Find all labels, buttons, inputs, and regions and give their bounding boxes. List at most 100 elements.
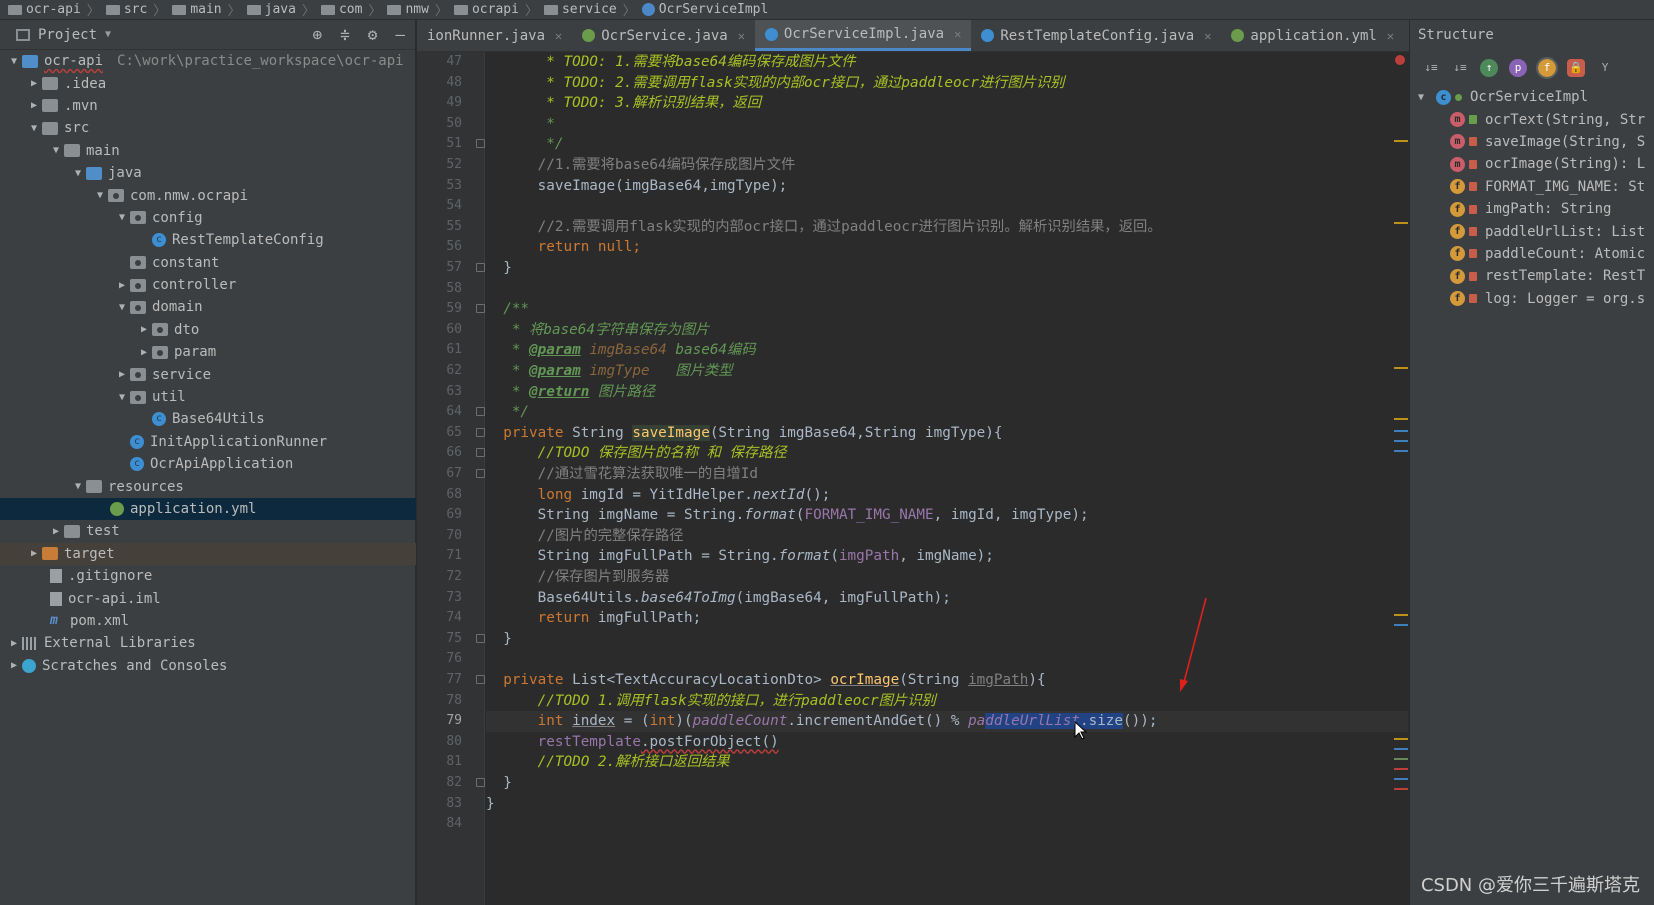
expanded-arrow-icon[interactable]: ▼ [92,190,108,201]
expanded-arrow-icon[interactable]: ▼ [1418,92,1436,103]
expanded-arrow-icon[interactable]: ▼ [114,302,130,313]
tab-resttemplateconfig[interactable]: RestTemplateConfig.java ✕ [971,20,1221,51]
tab-ocrservice[interactable]: OcrService.java ✕ [572,20,755,51]
collapsed-arrow-icon[interactable]: ▶ [114,280,130,291]
tree-item-idea[interactable]: ▶ .idea [0,72,416,94]
expanded-arrow-icon[interactable]: ▼ [6,56,22,67]
structure-item-field[interactable]: f log: Logger = org.s [1410,288,1654,310]
structure-item-method[interactable]: m ocrText(String, Str [1410,108,1654,130]
collapsed-arrow-icon[interactable]: ▶ [6,638,22,649]
expanded-arrow-icon[interactable]: ▼ [114,392,130,403]
structure-item-field[interactable]: f paddleUrlList: List [1410,220,1654,242]
tree-item-mvn[interactable]: ▶ .mvn [0,95,416,117]
structure-item-field[interactable]: f FORMAT_IMG_NAME: St [1410,176,1654,198]
tree-item-external-libraries[interactable]: ▶ External Libraries [0,632,416,654]
close-icon[interactable]: ✕ [1387,29,1394,43]
tree-item-ocr-api-iml[interactable]: ocr-api.iml [0,587,416,609]
project-panel-title[interactable]: Project [38,27,97,43]
usage-marker[interactable] [1394,758,1408,760]
error-stripe[interactable] [1394,52,1408,905]
tree-item-src[interactable]: ▼ src [0,117,416,139]
tree-item-application-yml[interactable]: application.yml [0,497,416,521]
structure-item-field[interactable]: f paddleCount: Atomic [1410,243,1654,265]
show-properties-icon[interactable]: p [1509,59,1527,77]
tab-application-yml[interactable]: application.yml ✕ [1221,20,1404,51]
expanded-arrow-icon[interactable]: ▼ [26,123,42,134]
structure-item-field[interactable]: f restTemplate: RestT [1410,265,1654,287]
close-icon[interactable]: ✕ [1204,29,1211,43]
collapsed-arrow-icon[interactable]: ▶ [48,526,64,537]
chevron-down-icon[interactable]: ▼ [105,29,111,40]
fold-icon[interactable] [476,469,485,478]
structure-item-method[interactable]: m saveImage(String, S [1410,131,1654,153]
collapsed-arrow-icon[interactable]: ▶ [114,369,130,380]
fold-icon[interactable] [476,139,485,148]
structure-item-method[interactable]: m ocrImage(String): L [1410,153,1654,175]
expanded-arrow-icon[interactable]: ▼ [48,145,64,156]
breadcrumb-item-service[interactable]: service [543,2,617,17]
collapsed-arrow-icon[interactable]: ▶ [26,100,42,111]
close-icon[interactable]: ✕ [738,29,745,43]
tree-item-gitignore[interactable]: .gitignore [0,565,416,587]
usage-marker[interactable] [1394,430,1408,432]
warning-marker[interactable] [1394,222,1408,224]
fold-icon[interactable] [476,428,485,437]
breadcrumb-item-ocrserviceimpl[interactable]: OcrServiceImpl [641,2,768,17]
fold-icon[interactable] [476,634,485,643]
locate-icon[interactable]: ⊕ [312,25,322,44]
usage-marker[interactable] [1394,440,1408,442]
tree-item-ocrapiapplication[interactable]: c OcrApiApplication [0,453,416,475]
usage-marker[interactable] [1394,624,1408,626]
breadcrumb-item-ocrapi[interactable]: ocrapi [453,2,519,17]
tree-item-resttemplateconfig[interactable]: c RestTemplateConfig [0,229,416,251]
breadcrumb-item-ocr-api[interactable]: ocr-api [8,2,81,17]
expanded-arrow-icon[interactable]: ▼ [70,168,86,179]
show-inherited-icon[interactable]: ↑ [1480,59,1498,77]
error-marker[interactable] [1394,788,1408,790]
expanded-arrow-icon[interactable]: ▼ [70,481,86,492]
tree-item-pom-xml[interactable]: m pom.xml [0,610,416,632]
sort-visibility-icon[interactable]: ↓≡ [1422,59,1440,77]
line-number-gutter[interactable]: 47 48 49 50 51 52 53 54 55 56 57 58 59 60 61 62 63 64 65 66… [417,52,485,905]
tab-initapplicationrunner[interactable]: ionRunner.java ✕ [417,20,572,51]
tree-item-test[interactable]: ▶ test [0,520,416,542]
fold-icon[interactable] [476,263,485,272]
usage-marker[interactable] [1394,450,1408,452]
show-non-public-icon[interactable]: 🔒 [1567,59,1585,77]
tree-item-config[interactable]: ▼ config [0,207,416,229]
tree-item-ocr-api[interactable]: ▼ ocr-api C:\work\practice_workspace\ocr-a… [0,50,416,72]
collapsed-arrow-icon[interactable]: ▶ [136,324,152,335]
tree-item-dto[interactable]: ▶ dto [0,319,416,341]
breadcrumb-item-java[interactable]: java [246,2,296,17]
fold-icon[interactable] [476,407,485,416]
tree-item-com-nmw-ocrapi[interactable]: ▼ com.nmw.ocrapi [0,184,416,206]
warning-marker[interactable] [1394,367,1408,369]
tree-item-scratches[interactable]: ▶ Scratches and Consoles [0,655,416,677]
fold-icon[interactable] [476,304,485,313]
breadcrumb-item-com[interactable]: com [320,2,362,17]
fold-icon[interactable] [476,448,485,457]
breadcrumb-item-nmw[interactable]: nmw [387,2,429,17]
expanded-arrow-icon[interactable]: ▼ [114,212,130,223]
warning-marker[interactable] [1394,418,1408,420]
sort-alpha-icon[interactable]: ↓≡ [1451,59,1469,77]
tree-item-util[interactable]: ▼ util [0,386,416,408]
show-fields-icon[interactable]: f [1536,57,1558,79]
warning-marker[interactable] [1394,738,1408,740]
fold-icon[interactable] [476,675,485,684]
warning-marker[interactable] [1394,614,1408,616]
tree-item-initapplicationrunner[interactable]: c InitApplicationRunner [0,431,416,453]
tree-item-target[interactable]: ▶ target [0,542,416,565]
tree-item-main[interactable]: ▼ main [0,140,416,162]
collapsed-arrow-icon[interactable]: ▶ [6,660,22,671]
gear-icon[interactable]: ⚙ [368,25,378,44]
hide-icon[interactable]: — [395,25,405,44]
collapsed-arrow-icon[interactable]: ▶ [26,548,42,559]
code-editor[interactable]: * TODO: 1.需要将base64编码保存成图片文件 * TODO: 2.需… [486,52,1408,905]
structure-item-field[interactable]: f imgPath: String [1410,198,1654,220]
collapsed-arrow-icon[interactable]: ▶ [136,347,152,358]
tree-item-base64utils[interactable]: c Base64Utils [0,408,416,430]
fold-icon[interactable] [476,778,485,787]
close-icon[interactable]: ✕ [954,27,961,41]
tree-item-java[interactable]: ▼ java [0,162,416,184]
